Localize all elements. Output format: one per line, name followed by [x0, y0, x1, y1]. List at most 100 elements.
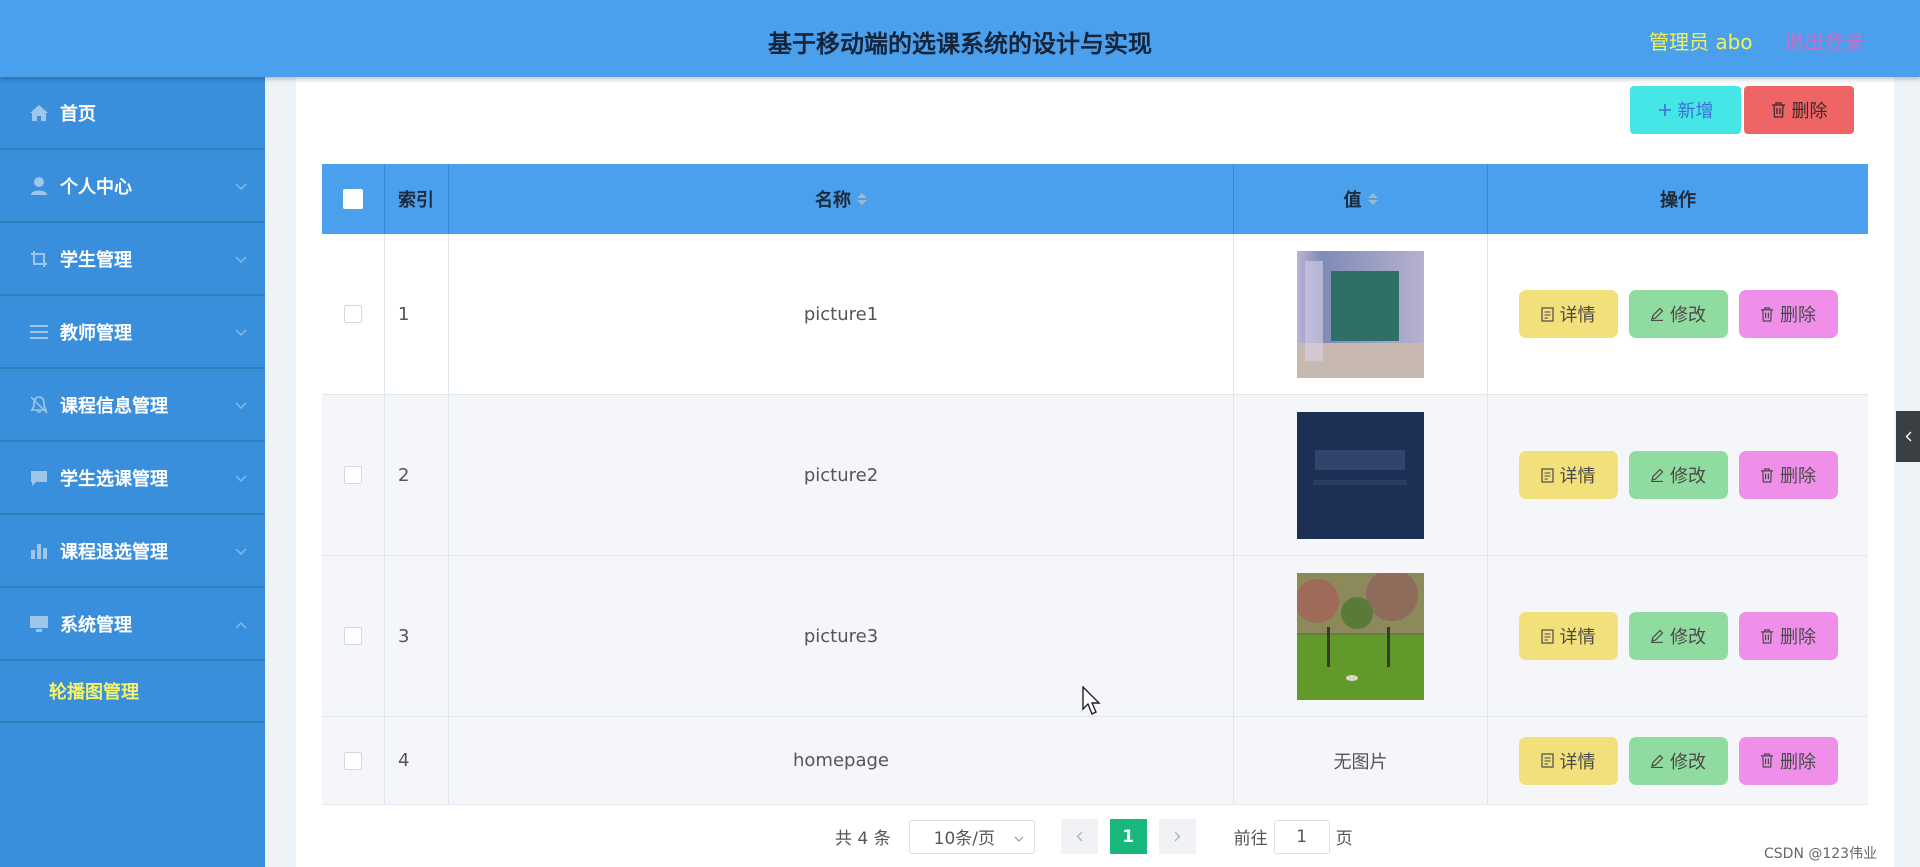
row-checkbox[interactable] [344, 627, 362, 645]
trash-icon [1760, 628, 1774, 644]
detail-label: 详情 [1559, 751, 1596, 773]
row-ops: 详情 修改 删除 [1488, 717, 1868, 804]
detail-button[interactable]: 详情 [1518, 290, 1618, 338]
delete-button[interactable]: 删除 [1738, 290, 1838, 338]
page-title: 基于移动端的选课系统的设计与实现 [768, 30, 1152, 58]
detail-label: 详情 [1559, 466, 1596, 487]
monitor-icon [28, 613, 50, 635]
edit-button[interactable]: 修改 [1628, 736, 1728, 785]
chevron-up-icon [235, 614, 247, 633]
bell-icon [28, 394, 50, 416]
batch-delete-button[interactable]: 删除 [1744, 86, 1854, 134]
collapse-toggle[interactable] [1896, 411, 1920, 462]
table-row: 2 picture2 详情 修改 删除 [322, 395, 1868, 556]
sidebar-subitem-carousel[interactable]: 轮播图管理 [0, 661, 265, 723]
goto-page-input[interactable] [1273, 819, 1330, 854]
pencil-icon [1650, 754, 1664, 768]
sidebar-item-teachers[interactable]: 教师管理 [0, 296, 265, 369]
admin-name: 管理员 abo [1649, 30, 1753, 54]
sort-icon[interactable] [857, 193, 867, 205]
row-checkbox[interactable] [344, 305, 362, 323]
sidebar: 首页 个人中心 学生管理 教师管理 课程信息管理 学生选课管理 课程退选管理 系… [0, 77, 265, 867]
chevron-down-icon [235, 249, 247, 268]
sidebar-item-label: 首页 [60, 103, 96, 125]
sidebar-item-home[interactable]: 首页 [0, 77, 265, 150]
table-row: 1 picture1 详情 修改 删除 [322, 234, 1868, 395]
sidebar-item-system[interactable]: 系统管理 [0, 588, 265, 661]
add-button[interactable]: 新增 [1630, 86, 1741, 134]
row-value-no-image: 无图片 [1234, 717, 1488, 804]
chevron-left-icon [1076, 827, 1083, 847]
row-index: 2 [385, 395, 449, 555]
sidebar-item-withdraw[interactable]: 课程退选管理 [0, 515, 265, 588]
edit-button[interactable]: 修改 [1628, 290, 1728, 338]
row-check-cell [322, 556, 385, 716]
chevron-down-icon [235, 468, 247, 487]
header-value-label: 值 [1343, 190, 1362, 211]
trash-icon [1760, 467, 1774, 483]
header-ops: 操作 [1660, 190, 1696, 211]
sidebar-item-label: 个人中心 [60, 176, 132, 198]
row-value [1234, 395, 1488, 555]
header-name-label: 名称 [815, 190, 851, 211]
sidebar-item-profile[interactable]: 个人中心 [0, 150, 265, 223]
sidebar-item-label: 教师管理 [60, 322, 132, 344]
detail-button[interactable]: 详情 [1518, 736, 1618, 785]
mouse-cursor-icon [1082, 686, 1101, 715]
trash-icon [1760, 306, 1774, 322]
row-name: picture1 [449, 234, 1234, 394]
page-suffix: 页 [1335, 829, 1353, 849]
edit-label: 修改 [1670, 466, 1706, 487]
thumbnail-image [1297, 250, 1424, 378]
header-name[interactable]: 名称 [449, 164, 1234, 234]
row-ops: 详情 修改 删除 [1488, 395, 1868, 555]
batch-delete-label: 删除 [1791, 101, 1828, 122]
sidebar-item-students[interactable]: 学生管理 [0, 223, 265, 296]
row-index: 4 [385, 717, 449, 804]
delete-button[interactable]: 删除 [1738, 736, 1838, 785]
delete-label: 删除 [1780, 466, 1816, 487]
sidebar-item-courses[interactable]: 课程信息管理 [0, 369, 265, 442]
thumbnail-image [1297, 411, 1424, 539]
chevron-down-icon [235, 322, 247, 341]
row-checkbox[interactable] [344, 466, 362, 484]
row-value [1234, 234, 1488, 394]
logout-link[interactable]: 退出登录 [1784, 26, 1864, 55]
prev-page-button[interactable] [1060, 819, 1098, 854]
edit-button[interactable]: 修改 [1628, 451, 1728, 499]
chevron-down-icon [235, 176, 247, 195]
watermark: CSDN @123伟业 [1764, 846, 1878, 862]
row-checkbox[interactable] [344, 751, 362, 770]
next-page-button[interactable] [1158, 819, 1196, 854]
delete-button[interactable]: 删除 [1738, 451, 1838, 499]
edit-button[interactable]: 修改 [1628, 612, 1728, 660]
detail-button[interactable]: 详情 [1518, 451, 1618, 499]
document-icon [1540, 467, 1554, 483]
table-row: 4 homepage 无图片 详情 修改 删除 [322, 717, 1868, 805]
delete-label: 删除 [1780, 627, 1816, 648]
row-value [1234, 556, 1488, 716]
document-icon [1540, 753, 1554, 768]
detail-label: 详情 [1559, 305, 1596, 326]
page-number-active[interactable]: 1 [1109, 819, 1147, 854]
edit-label: 修改 [1670, 751, 1706, 773]
header-check-cell [322, 164, 385, 234]
sidebar-item-selection[interactable]: 学生选课管理 [0, 442, 265, 515]
sort-icon[interactable] [1367, 193, 1378, 205]
page-size-select[interactable]: 10条/页 [908, 819, 1035, 854]
chevron-down-icon [235, 395, 247, 414]
row-check-cell [322, 717, 385, 804]
detail-button[interactable]: 详情 [1518, 612, 1618, 660]
chevron-left-icon [1905, 427, 1912, 446]
page-size-value: 10条/页 [933, 829, 995, 849]
delete-button[interactable]: 删除 [1738, 612, 1838, 660]
list-icon [28, 321, 50, 343]
select-all-checkbox[interactable] [343, 189, 363, 209]
header-index: 索引 [385, 164, 449, 234]
bar-chart-icon [28, 540, 50, 562]
header-value[interactable]: 值 [1234, 164, 1488, 234]
pencil-icon [1650, 468, 1664, 482]
document-icon [1540, 306, 1554, 322]
delete-label: 删除 [1780, 305, 1816, 326]
chevron-right-icon [1174, 827, 1181, 847]
